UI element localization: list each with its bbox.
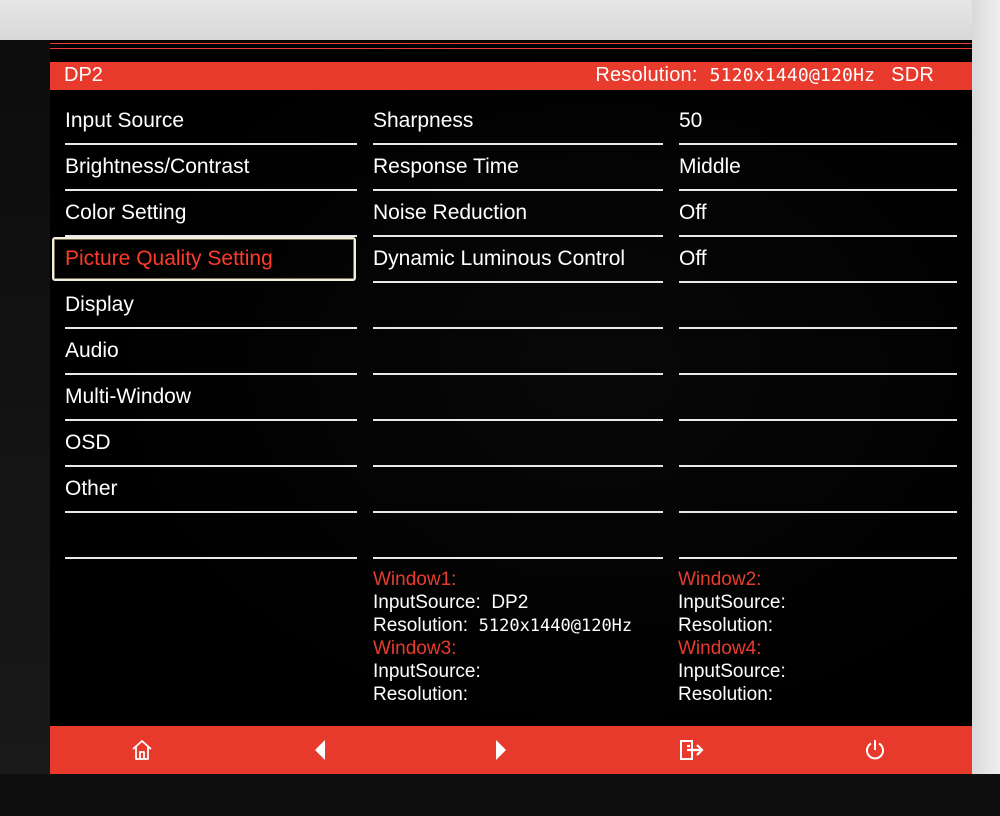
setting-empty	[373, 283, 663, 329]
osd-top-strip	[50, 40, 972, 62]
menu-item-display[interactable]: Display	[65, 283, 357, 329]
power-icon	[866, 740, 884, 760]
setting-value: 50	[679, 109, 703, 132]
menu-item-label: Picture Quality Setting	[65, 247, 273, 270]
resolution-label: Resolution:	[678, 684, 774, 705]
menu-item-label: Color Setting	[65, 201, 187, 224]
window2-info: Window2: InputSource: Resolution:	[678, 568, 786, 637]
left-arrow-icon	[315, 740, 325, 760]
value-empty	[679, 421, 957, 467]
value-empty	[679, 467, 957, 513]
setting-sharpness[interactable]: Sharpness	[373, 99, 663, 145]
monitor-bezel-left	[0, 40, 50, 816]
window3-resolution-row: Resolution:	[373, 683, 481, 706]
input-source-label: InputSource:	[678, 592, 786, 613]
monitor-bezel-top	[0, 0, 1000, 40]
value-noise-reduction[interactable]: Off	[679, 191, 957, 237]
value-empty	[679, 513, 957, 559]
window1-title: Window1:	[373, 569, 457, 590]
window2-input-row: InputSource:	[678, 591, 786, 614]
input-source-label: InputSource:	[678, 661, 786, 682]
resolution-label: Resolution:	[373, 615, 469, 636]
setting-empty	[373, 513, 663, 559]
window4-title: Window4:	[678, 638, 762, 659]
menu-item-osd[interactable]: OSD	[65, 421, 357, 467]
home-button[interactable]	[112, 726, 172, 774]
setting-value: Off	[679, 247, 707, 270]
value-empty	[679, 329, 957, 375]
setting-empty	[373, 421, 663, 467]
menu-item-brightness-contrast[interactable]: Brightness/Contrast	[65, 145, 357, 191]
menu-item-input-source[interactable]: Input Source	[65, 99, 357, 145]
menu-item-multi-window[interactable]: Multi-Window	[65, 375, 357, 421]
setting-value: Off	[679, 201, 707, 224]
osd-control-bar	[50, 726, 972, 774]
menu-item-label: Brightness/Contrast	[65, 155, 250, 178]
power-button[interactable]	[845, 726, 905, 774]
window4-resolution-row: Resolution:	[678, 683, 786, 706]
window2-title: Window2:	[678, 569, 762, 590]
resolution-value: 5120x1440@120Hz	[478, 616, 633, 636]
menu-item-label: Input Source	[65, 109, 185, 132]
menu-item-label: OSD	[65, 431, 111, 454]
exit-icon	[680, 740, 704, 760]
setting-name: Noise Reduction	[373, 201, 528, 224]
previous-button[interactable]	[290, 726, 350, 774]
window2-resolution-row: Resolution:	[678, 614, 786, 637]
menu-item-label: Audio	[65, 339, 119, 362]
setting-name: Response Time	[373, 155, 519, 178]
window3-input-row: InputSource:	[373, 660, 481, 683]
resolution-value: 5120x1440@120Hz	[709, 65, 876, 86]
menu-item-label: Display	[65, 293, 134, 316]
setting-noise-reduction[interactable]: Noise Reduction	[373, 191, 663, 237]
menu-item-color-setting[interactable]: Color Setting	[65, 191, 357, 237]
osd-header: DP2 Resolution: 5120x1440@120Hz SDR	[50, 62, 972, 90]
value-empty	[679, 375, 957, 421]
window1-resolution-row: Resolution: 5120x1440@120Hz	[373, 614, 632, 638]
home-icon	[132, 740, 152, 760]
exit-button[interactable]	[662, 726, 722, 774]
dynamic-range-badge: SDR	[891, 64, 934, 86]
menu-item-picture-quality-setting[interactable]: Picture Quality Setting	[52, 237, 356, 281]
resolution-label: Resolution:	[595, 64, 698, 86]
value-dynamic-luminous-control[interactable]: Off	[679, 237, 957, 283]
current-input-source: DP2	[64, 64, 103, 86]
osd-top-line	[50, 48, 972, 49]
next-button[interactable]	[471, 726, 531, 774]
monitor-bezel-bottom	[0, 774, 1000, 816]
window3-info: Window3: InputSource: Resolution:	[373, 637, 481, 706]
setting-empty	[373, 467, 663, 513]
input-source-value: DP2	[491, 592, 529, 613]
window1-info: Window1: InputSource: DP2 Resolution: 51…	[373, 568, 632, 638]
resolution-label: Resolution:	[373, 684, 469, 705]
setting-dynamic-luminous-control[interactable]: Dynamic Luminous Control	[373, 237, 663, 283]
monitor-bezel-right	[972, 0, 1000, 816]
window4-info: Window4: InputSource: Resolution:	[678, 637, 786, 706]
setting-value: Middle	[679, 155, 741, 178]
value-sharpness[interactable]: 50	[679, 99, 957, 145]
setting-name: Dynamic Luminous Control	[373, 247, 626, 270]
osd-menu: DP2 Resolution: 5120x1440@120Hz SDR Input …	[50, 40, 972, 774]
window1-input-row: InputSource: DP2	[373, 591, 632, 614]
setting-empty	[373, 329, 663, 375]
value-empty	[679, 283, 957, 329]
setting-response-time[interactable]: Response Time	[373, 145, 663, 191]
input-source-label: InputSource:	[373, 661, 481, 682]
window4-input-row: InputSource:	[678, 660, 786, 683]
resolution-label: Resolution:	[678, 615, 774, 636]
value-response-time[interactable]: Middle	[679, 145, 957, 191]
menu-item-empty	[65, 513, 357, 559]
menu-item-label: Other	[65, 477, 118, 500]
osd-top-line	[50, 43, 972, 44]
setting-empty	[373, 375, 663, 421]
menu-item-label: Multi-Window	[65, 385, 192, 408]
setting-name: Sharpness	[373, 109, 474, 132]
header-resolution: Resolution: 5120x1440@120Hz SDR	[595, 64, 934, 87]
right-arrow-icon	[496, 740, 506, 760]
menu-item-audio[interactable]: Audio	[65, 329, 357, 375]
menu-item-other[interactable]: Other	[65, 467, 357, 513]
input-source-label: InputSource:	[373, 592, 481, 613]
window3-title: Window3:	[373, 638, 457, 659]
